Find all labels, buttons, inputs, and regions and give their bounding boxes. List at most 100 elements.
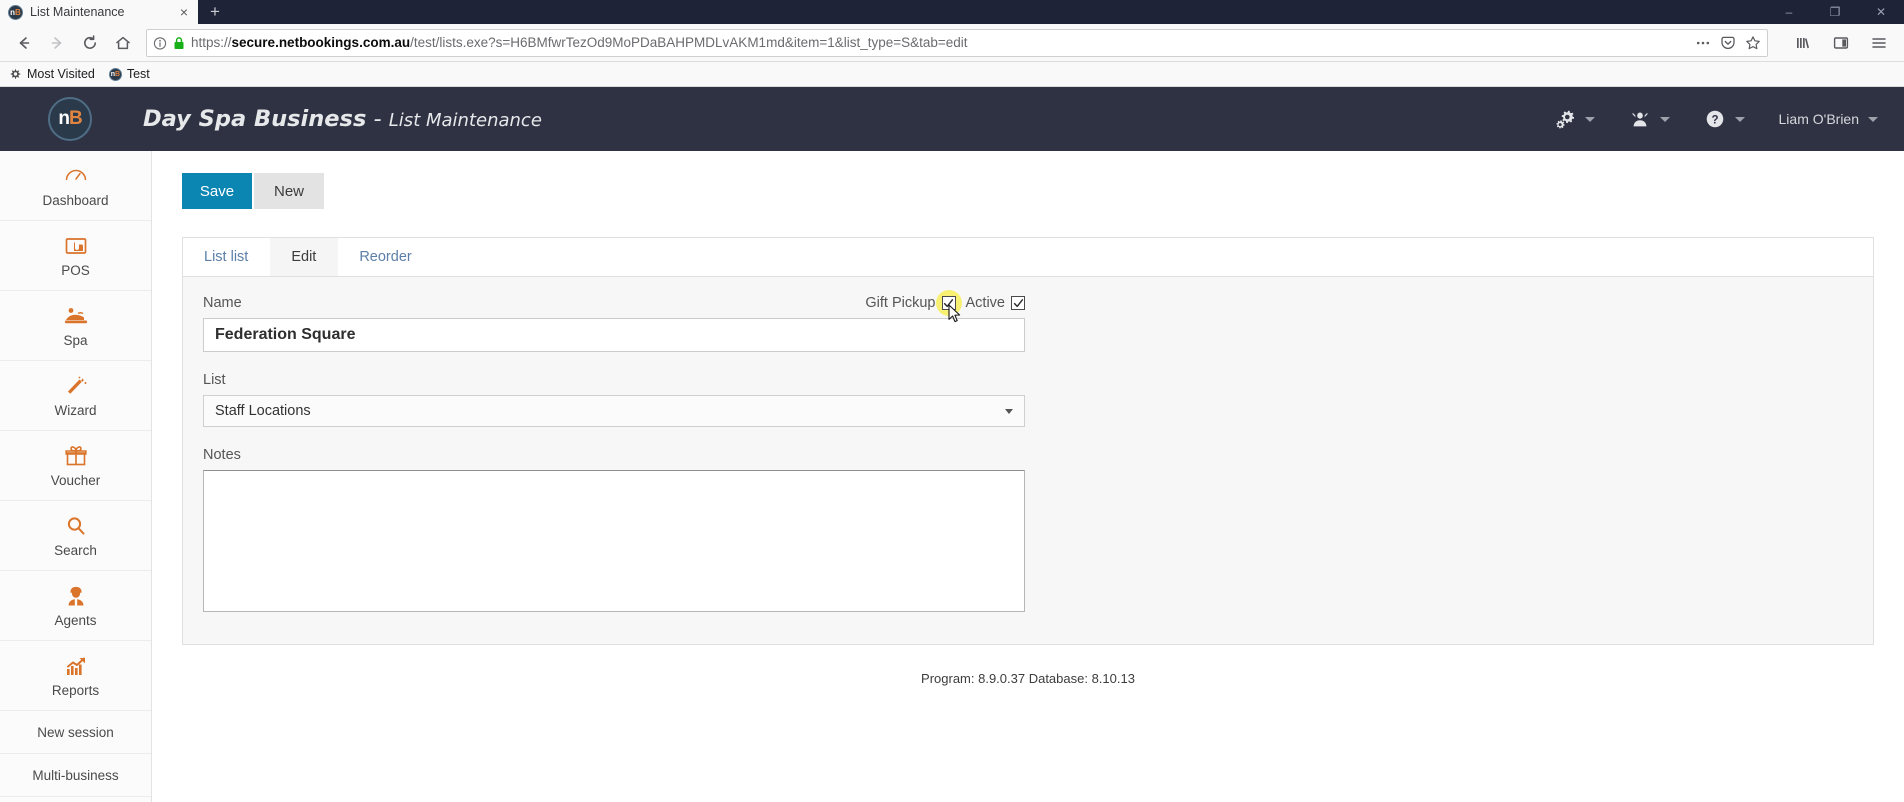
person-icon bbox=[1629, 108, 1651, 130]
gauge-icon bbox=[64, 164, 88, 188]
bookmark-label: Most Visited bbox=[27, 67, 95, 81]
question-circle-icon: ? bbox=[1704, 108, 1726, 130]
account-name: Liam O'Brien bbox=[1778, 111, 1859, 127]
edit-panel: List list Edit Reorder Name Gift Pickup … bbox=[182, 237, 1874, 645]
sidebar-item-label: POS bbox=[61, 262, 90, 278]
sidebar-item-search[interactable]: Search bbox=[0, 501, 151, 571]
sidebar-item-label: Multi-business bbox=[32, 767, 119, 783]
site-identity[interactable] bbox=[153, 36, 185, 50]
browser-titlebar: nB List Maintenance × + – ❐ ✕ bbox=[0, 0, 1904, 24]
browser-tab-title: List Maintenance bbox=[30, 5, 125, 19]
app-header: nB Day Spa Business - List Maintenance ?… bbox=[0, 87, 1904, 151]
spa-massage-icon bbox=[63, 304, 89, 328]
sidebar-item-spa[interactable]: Spa bbox=[0, 291, 151, 361]
main-content: Save New List list Edit Reorder Name Gif… bbox=[152, 151, 1904, 802]
tab-reorder[interactable]: Reorder bbox=[338, 238, 434, 276]
home-button[interactable] bbox=[107, 28, 138, 58]
address-bar-actions bbox=[1687, 35, 1761, 51]
page-title: Day Spa Business - List Maintenance bbox=[143, 106, 542, 132]
sidebar-item-voucher[interactable]: Voucher bbox=[0, 431, 151, 501]
tab-list-list[interactable]: List list bbox=[183, 238, 271, 276]
minimize-window-icon[interactable]: – bbox=[1766, 0, 1812, 24]
sidebar-item-wizard[interactable]: Wizard bbox=[0, 361, 151, 431]
sidebar-item-new-session[interactable]: New session bbox=[0, 711, 151, 754]
sidebar-item-label: Agents bbox=[54, 612, 97, 628]
svg-text:?: ? bbox=[1711, 114, 1718, 126]
name-field-header: Name Gift Pickup Active bbox=[203, 290, 1025, 323]
tab-edit[interactable]: Edit bbox=[270, 238, 339, 276]
chevron-down-icon bbox=[1868, 116, 1878, 122]
version-footer: Program: 8.9.0.37 Database: 8.10.13 bbox=[921, 671, 1135, 686]
forward-button[interactable] bbox=[41, 28, 72, 58]
panel-tabs: List list Edit Reorder bbox=[183, 238, 1873, 277]
lock-icon bbox=[173, 36, 185, 50]
notes-textarea[interactable] bbox=[203, 470, 1025, 612]
address-bar[interactable]: https://secure.netbookings.com.au/test/l… bbox=[146, 28, 1768, 57]
sidebar-item-label: Spa bbox=[63, 332, 88, 348]
sidebar-toggle-icon[interactable] bbox=[1824, 28, 1858, 58]
browser-tab[interactable]: nB List Maintenance × bbox=[0, 0, 198, 24]
title-separator: - bbox=[366, 106, 389, 132]
browser-toolbar-right bbox=[1776, 28, 1896, 58]
sidebar-item-reports[interactable]: Reports bbox=[0, 641, 151, 711]
sidebar-item-pos[interactable]: POS bbox=[0, 221, 151, 291]
magic-wand-icon bbox=[64, 374, 88, 398]
bookmarks-toolbar: Most Visited nB Test bbox=[0, 62, 1904, 87]
reload-button[interactable] bbox=[74, 28, 105, 58]
page-actions-icon[interactable] bbox=[1695, 35, 1711, 51]
library-icon[interactable] bbox=[1786, 28, 1820, 58]
sidebar-item-label: Reports bbox=[51, 682, 100, 698]
sidebar-item-label: Search bbox=[54, 542, 97, 558]
close-window-icon[interactable]: ✕ bbox=[1858, 0, 1904, 24]
sidebar-item-label: Dashboard bbox=[42, 192, 109, 208]
panel-body: Name Gift Pickup Active Federation Squar… bbox=[183, 277, 1873, 644]
bookmark-test[interactable]: nB Test bbox=[108, 67, 150, 81]
sidebar-item-agents[interactable]: Agents bbox=[0, 571, 151, 641]
name-input[interactable]: Federation Square bbox=[203, 318, 1025, 352]
agent-person-icon bbox=[64, 584, 88, 608]
save-button[interactable]: Save bbox=[182, 173, 252, 209]
gift-icon bbox=[64, 444, 88, 468]
list-select[interactable]: Staff Locations bbox=[203, 395, 1025, 427]
bookmark-most-visited[interactable]: Most Visited bbox=[8, 67, 95, 81]
hamburger-menu-icon[interactable] bbox=[1862, 28, 1896, 58]
url-text: https://secure.netbookings.com.au/test/l… bbox=[191, 35, 968, 50]
notes-label: Notes bbox=[203, 447, 241, 463]
netbookings-logo-icon[interactable]: nB bbox=[48, 97, 92, 141]
page-info-icon[interactable] bbox=[153, 36, 167, 50]
sidebar-item-dashboard[interactable]: Dashboard bbox=[0, 151, 151, 221]
close-tab-icon[interactable]: × bbox=[178, 5, 190, 19]
user-switch-menu[interactable] bbox=[1629, 108, 1670, 130]
restore-window-icon[interactable]: ❐ bbox=[1812, 0, 1858, 24]
pocket-save-icon[interactable] bbox=[1720, 35, 1736, 51]
mouse-cursor-icon bbox=[947, 304, 963, 329]
pos-terminal-icon bbox=[64, 234, 88, 258]
help-menu[interactable]: ? bbox=[1704, 108, 1745, 130]
name-label: Name bbox=[203, 295, 242, 311]
business-name: Day Spa Business bbox=[143, 106, 367, 132]
active-checkbox[interactable] bbox=[1011, 296, 1025, 310]
gift-pickup-checkbox-group[interactable]: Gift Pickup bbox=[865, 290, 962, 323]
checkbox-group: Gift Pickup Active bbox=[865, 290, 1025, 323]
chart-arrow-icon bbox=[64, 654, 88, 678]
active-checkbox-group[interactable]: Active bbox=[966, 295, 1025, 311]
tab-strip: nB List Maintenance × + bbox=[0, 0, 232, 24]
gears-icon bbox=[1554, 108, 1576, 130]
account-menu[interactable]: Liam O'Brien bbox=[1779, 111, 1878, 127]
chevron-down-icon bbox=[1005, 408, 1013, 414]
list-label: List bbox=[203, 372, 226, 388]
settings-menu[interactable] bbox=[1554, 108, 1595, 130]
new-button[interactable]: New bbox=[254, 173, 324, 209]
bookmark-label: Test bbox=[126, 67, 150, 81]
sidebar-item-multi-business[interactable]: Multi-business bbox=[0, 754, 151, 797]
bookmark-star-icon[interactable] bbox=[1745, 35, 1761, 51]
new-tab-button[interactable]: + bbox=[198, 0, 232, 24]
back-button[interactable] bbox=[8, 28, 39, 58]
list-select-value: Staff Locations bbox=[215, 403, 311, 419]
action-toolbar: Save New bbox=[182, 173, 1874, 209]
nb-favicon-icon: nB bbox=[108, 67, 122, 81]
content-inner: Save New List list Edit Reorder Name Gif… bbox=[152, 151, 1904, 686]
sidebar-item-label: Voucher bbox=[50, 472, 101, 488]
chevron-down-icon bbox=[1734, 116, 1745, 122]
sidebar-item-label: Wizard bbox=[54, 402, 97, 418]
